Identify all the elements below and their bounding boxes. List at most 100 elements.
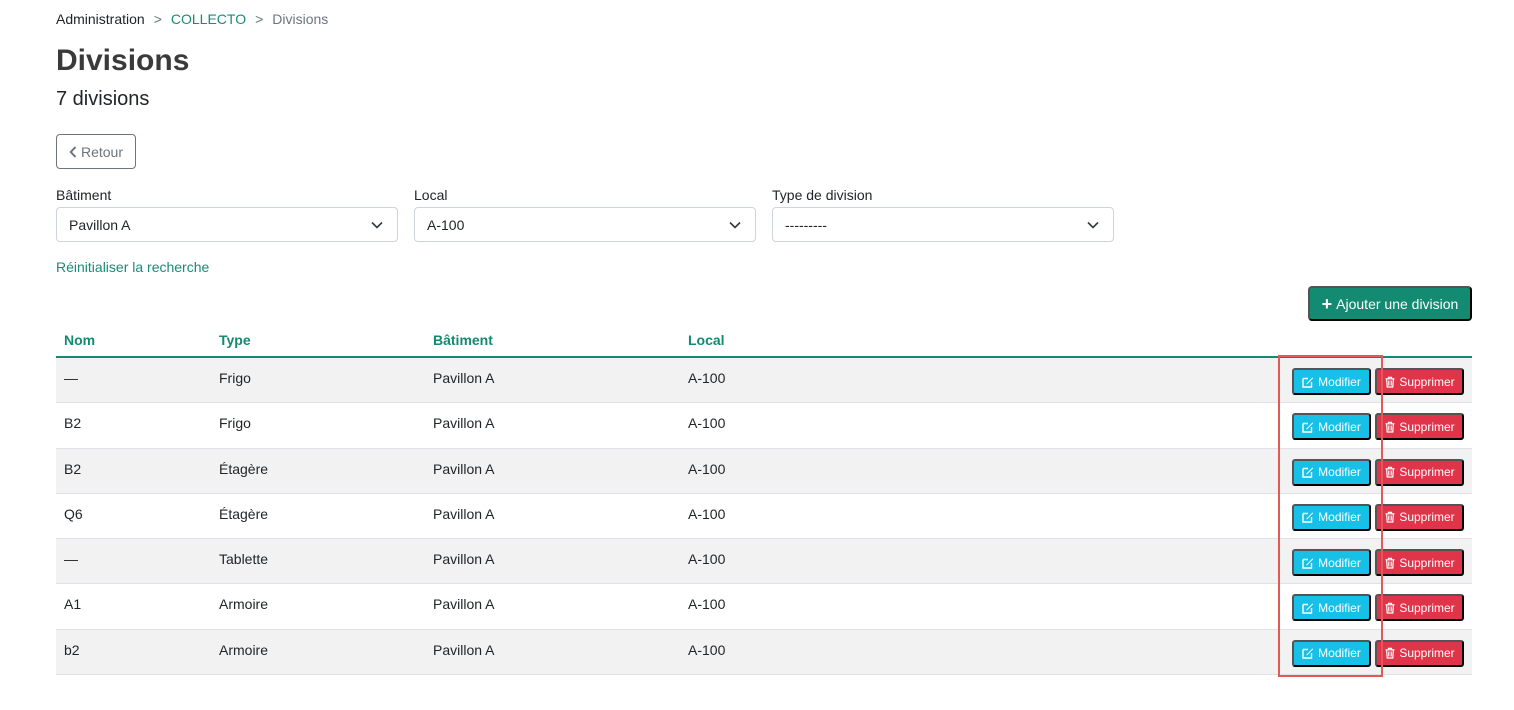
cell-batiment: Pavillon A	[433, 460, 495, 477]
breadcrumb-separator: >	[153, 11, 162, 27]
edit-icon	[1302, 512, 1314, 524]
cell-nom: —	[64, 551, 78, 568]
cell-batiment: Pavillon A	[433, 551, 495, 568]
chevron-down-icon	[371, 221, 383, 229]
cell-type: Armoire	[219, 641, 269, 658]
row-actions: Modifier Supprimer	[1292, 639, 1464, 667]
back-button[interactable]: Retour	[56, 134, 136, 169]
delete-button[interactable]: Supprimer	[1375, 458, 1464, 486]
edit-button[interactable]: Modifier	[1292, 549, 1371, 577]
column-header-batiment[interactable]: Bâtiment	[433, 332, 493, 348]
table-row: A1 Armoire Pavillon A A-100 Modifier Sup…	[56, 584, 1472, 630]
delete-button[interactable]: Supprimer	[1375, 594, 1464, 622]
delete-button[interactable]: Supprimer	[1375, 503, 1464, 531]
column-header-local[interactable]: Local	[688, 332, 725, 348]
cell-batiment: Pavillon A	[433, 505, 495, 522]
row-actions: Modifier Supprimer	[1292, 458, 1464, 486]
edit-button[interactable]: Modifier	[1292, 368, 1371, 395]
cell-nom: B2	[64, 415, 82, 432]
cell-type: Étagère	[219, 460, 269, 477]
delete-button[interactable]: Supprimer	[1375, 639, 1464, 667]
delete-button-label: Supprimer	[1399, 510, 1455, 525]
cell-batiment: Pavillon A	[433, 641, 495, 658]
edit-icon	[1302, 558, 1314, 569]
cell-type: Tablette	[219, 551, 269, 568]
type-select[interactable]: ---------	[772, 207, 1114, 242]
filter-batiment-label: Bâtiment	[56, 187, 112, 203]
edit-icon	[1302, 377, 1314, 388]
cell-local: A-100	[688, 415, 726, 432]
cell-local: A-100	[688, 641, 726, 658]
cell-batiment: Pavillon A	[433, 415, 495, 432]
trash-icon	[1385, 512, 1395, 523]
delete-button[interactable]: Supprimer	[1375, 368, 1464, 395]
table-row: Q6 Étagère Pavillon A A-100 Modifier Sup…	[56, 493, 1472, 540]
trash-icon	[1385, 376, 1395, 388]
add-division-label: Ajouter une division	[1336, 295, 1459, 312]
edit-button[interactable]: Modifier	[1292, 594, 1371, 622]
trash-icon	[1385, 421, 1395, 433]
batiment-select-value: Pavillon A	[69, 216, 131, 233]
delete-button-label: Supprimer	[1399, 600, 1455, 615]
delete-button-label: Supprimer	[1399, 374, 1455, 389]
breadcrumb: Administration > COLLECTO > Divisions	[56, 11, 328, 27]
row-actions: Modifier Supprimer	[1292, 594, 1464, 622]
table-row: B2 Étagère Pavillon A A-100 Modifier Sup…	[56, 448, 1472, 494]
filter-local: Local A-100	[414, 187, 756, 242]
cell-type: Frigo	[219, 370, 251, 386]
delete-button-label: Supprimer	[1399, 555, 1455, 570]
trash-icon	[1385, 557, 1395, 569]
plus-icon: +	[1321, 293, 1333, 314]
cell-batiment: Pavillon A	[433, 370, 495, 386]
row-actions: Modifier Supprimer	[1292, 503, 1464, 531]
edit-button-label: Modifier	[1318, 465, 1361, 480]
delete-button[interactable]: Supprimer	[1375, 549, 1464, 577]
breadcrumb-administration[interactable]: Administration	[56, 11, 145, 27]
edit-button[interactable]: Modifier	[1292, 458, 1371, 486]
cell-type: Frigo	[219, 415, 251, 432]
row-actions: Modifier Supprimer	[1292, 549, 1464, 577]
table-row: — Tablette Pavillon A A-100 Modifier Sup…	[56, 539, 1472, 585]
cell-nom: b2	[64, 641, 80, 658]
table-row: b2 Armoire Pavillon A A-100 Modifier Sup…	[56, 629, 1472, 676]
type-select-value: ---------	[785, 216, 827, 233]
reset-search-link[interactable]: Réinitialiser la recherche	[56, 259, 209, 275]
edit-button[interactable]: Modifier	[1292, 639, 1371, 667]
table-header: Nom Type Bâtiment Local	[56, 324, 1472, 358]
chevron-left-icon	[69, 145, 77, 158]
page-title: Divisions	[56, 44, 190, 77]
edit-button-label: Modifier	[1318, 510, 1361, 525]
cell-type: Armoire	[219, 596, 269, 613]
cell-nom: —	[64, 370, 78, 386]
edit-button-label: Modifier	[1318, 600, 1361, 615]
cell-local: A-100	[688, 370, 726, 386]
chevron-down-icon	[729, 221, 741, 229]
edit-button[interactable]: Modifier	[1292, 413, 1371, 441]
local-select-value: A-100	[427, 216, 465, 233]
edit-icon	[1302, 603, 1314, 614]
breadcrumb-collecto[interactable]: COLLECTO	[171, 11, 246, 27]
column-header-type[interactable]: Type	[219, 332, 251, 348]
chevron-down-icon	[1087, 221, 1099, 229]
filter-type-label: Type de division	[772, 187, 873, 203]
batiment-select[interactable]: Pavillon A	[56, 207, 398, 242]
breadcrumb-current: Divisions	[272, 11, 329, 27]
cell-nom: A1	[64, 596, 82, 613]
filter-batiment: Bâtiment Pavillon A	[56, 187, 398, 242]
local-select[interactable]: A-100	[414, 207, 756, 242]
column-header-nom[interactable]: Nom	[64, 332, 95, 348]
table-row: — Frigo Pavillon A A-100 Modifier Suppri…	[56, 358, 1472, 404]
row-actions: Modifier Supprimer	[1292, 368, 1464, 395]
cell-local: A-100	[688, 551, 726, 568]
delete-button[interactable]: Supprimer	[1375, 413, 1464, 441]
divisions-table: Nom Type Bâtiment Local — Frigo Pavillon…	[56, 324, 1472, 676]
trash-icon	[1385, 466, 1395, 478]
cell-nom: Q6	[64, 505, 83, 522]
edit-icon	[1302, 467, 1314, 478]
edit-button[interactable]: Modifier	[1292, 503, 1371, 531]
trash-icon	[1385, 647, 1395, 659]
table-row: B2 Frigo Pavillon A A-100 Modifier Suppr…	[56, 403, 1472, 449]
edit-icon	[1302, 648, 1314, 659]
add-division-button[interactable]: + Ajouter une division	[1308, 286, 1472, 321]
table-body: — Frigo Pavillon A A-100 Modifier Suppri…	[56, 358, 1472, 676]
